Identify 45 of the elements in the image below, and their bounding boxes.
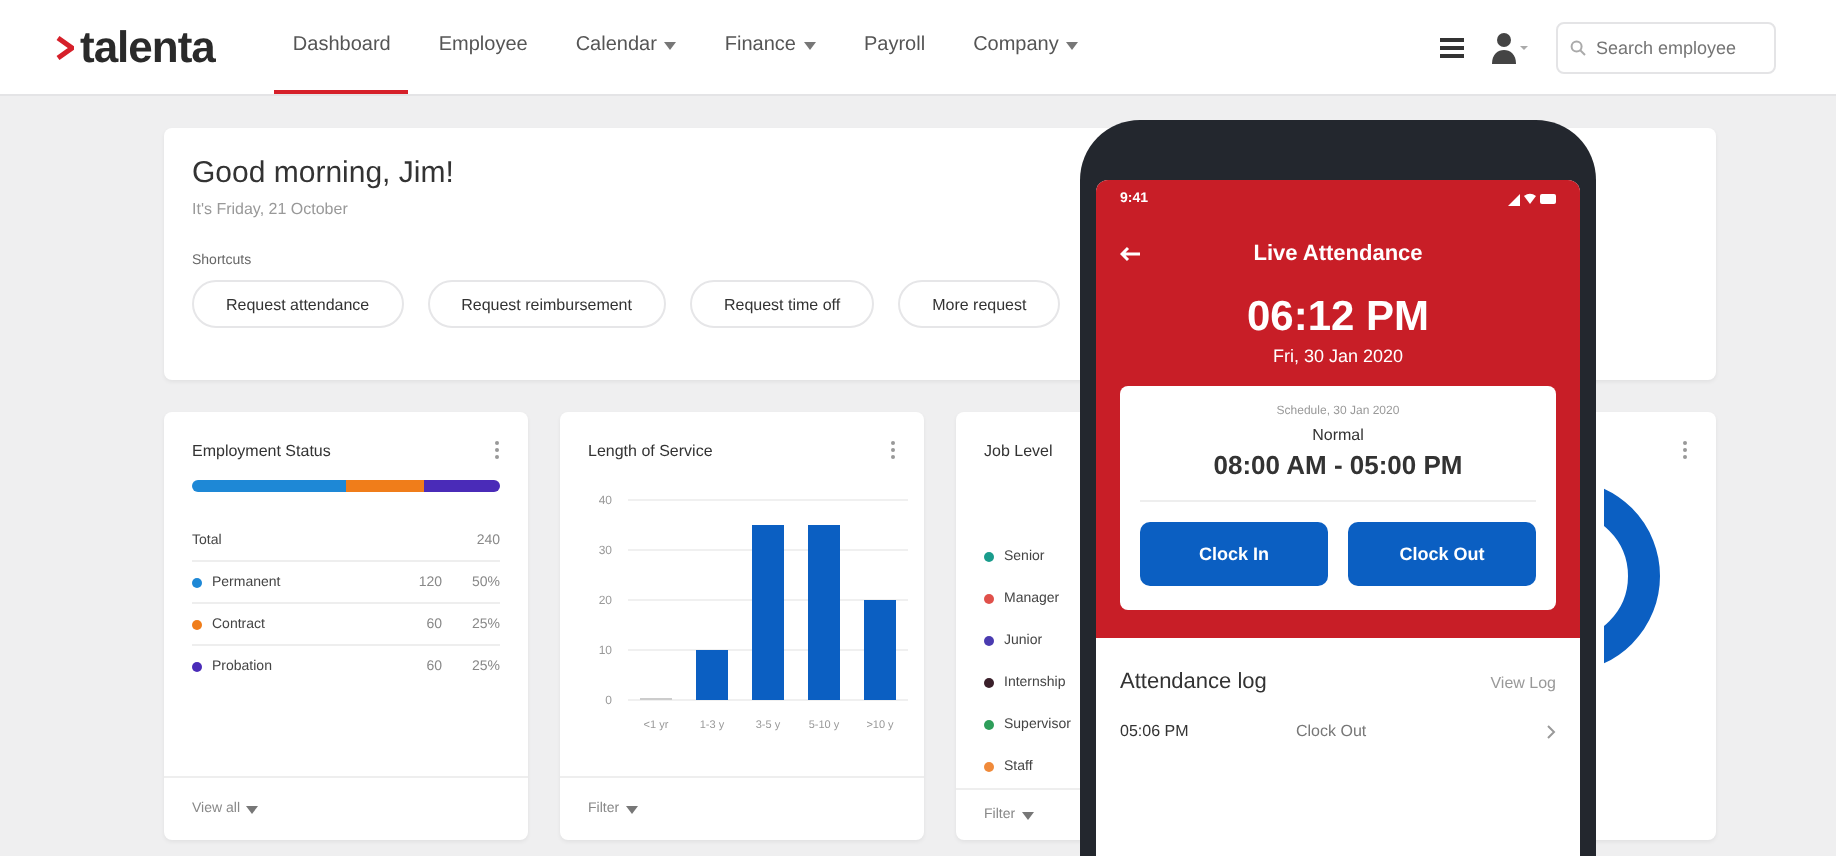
greeting-title: Good morning, Jim! [192, 156, 456, 190]
log-time: 05:06 PM [1120, 722, 1191, 740]
card-title: Length of Service [588, 441, 713, 459]
nav-tab[interactable]: Employee [420, 0, 546, 94]
caret-icon [803, 41, 816, 49]
status-icons [1508, 192, 1556, 206]
card-title: Job Level [984, 441, 1053, 459]
caret-icon [625, 805, 638, 813]
search-field[interactable]: Search employee [1556, 21, 1776, 73]
shortcut-button[interactable]: Request reimbursement [427, 280, 666, 328]
chart-bar [696, 650, 728, 700]
screen-title: Live Attendance [1251, 242, 1425, 266]
caret-icon [1066, 41, 1079, 49]
card-title: Employment Status [192, 441, 331, 459]
nav-tab[interactable]: Dashboard [274, 0, 409, 94]
nav-tab[interactable]: Finance [706, 0, 834, 94]
caret-icon [1021, 811, 1034, 819]
shift-hours: 08:00 AM - 05:00 PM [1140, 450, 1536, 502]
logo-chevron-icon [56, 35, 74, 59]
log-action: Clock Out [1296, 722, 1369, 740]
search-icon [1570, 39, 1586, 55]
shift-name: Normal [1312, 426, 1364, 444]
clock-button[interactable]: Clock Out [1348, 522, 1536, 586]
shortcut-button[interactable]: Request time off [689, 280, 875, 328]
clock-button[interactable]: Clock In [1140, 522, 1328, 586]
current-time: 06:12 PM [1246, 294, 1430, 342]
logo-text: talenta [80, 21, 215, 73]
nav-tab[interactable]: Calendar [557, 0, 695, 94]
nav-tab[interactable]: Company [955, 0, 1097, 94]
log-title: Attendance log [1120, 670, 1267, 694]
shortcut-button[interactable]: Request attendance [192, 280, 404, 328]
chevron-right-icon[interactable] [1546, 723, 1556, 739]
more-icon[interactable] [494, 440, 500, 460]
caret-icon [246, 805, 258, 813]
user-avatar-icon[interactable] [1492, 31, 1528, 63]
more-icon[interactable] [1682, 440, 1688, 460]
chart-bar [864, 600, 896, 700]
list-icon[interactable] [1440, 37, 1464, 57]
shortcut-button[interactable]: More request [898, 280, 1061, 328]
back-arrow-icon[interactable] [1120, 246, 1140, 262]
current-date: Fri, 30 Jan 2020 [1272, 346, 1404, 366]
nav-tab[interactable]: Payroll [845, 0, 944, 94]
caret-icon [664, 41, 677, 49]
more-icon[interactable] [890, 440, 896, 460]
greeting-date: It's Friday, 21 October [192, 200, 350, 218]
